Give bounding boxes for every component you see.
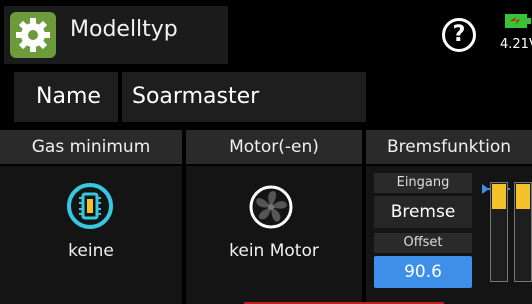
column-header-motors: Motor(-en) <box>186 130 362 164</box>
page-title: Modelltyp <box>70 17 178 42</box>
offset-label: Offset <box>403 235 443 250</box>
column-header-gas-minimum: Gas minimum <box>0 130 182 164</box>
help-icon[interactable]: ? <box>442 18 476 52</box>
brake-input-bar <box>490 182 508 282</box>
brake-output-bar <box>514 182 532 282</box>
gas-minimum-value: keine <box>68 241 114 261</box>
column-header-brake: Bremsfunktion <box>366 130 532 164</box>
motor-value: kein Motor <box>229 241 319 261</box>
battery-icon <box>504 12 532 30</box>
bar-fill <box>492 184 506 209</box>
name-label: Name <box>36 84 101 109</box>
brake-input-value: Bremse <box>390 202 456 222</box>
throttle-chip-icon[interactable] <box>66 182 114 230</box>
offset-value: 90.6 <box>404 262 442 282</box>
model-name-value: Soarmaster <box>132 84 260 109</box>
gear-icon[interactable] <box>10 12 56 58</box>
fan-motor-icon[interactable] <box>248 184 294 230</box>
battery-voltage: 4.21V <box>500 37 532 52</box>
input-label: Eingang <box>396 175 450 190</box>
bar-fill <box>516 184 530 209</box>
